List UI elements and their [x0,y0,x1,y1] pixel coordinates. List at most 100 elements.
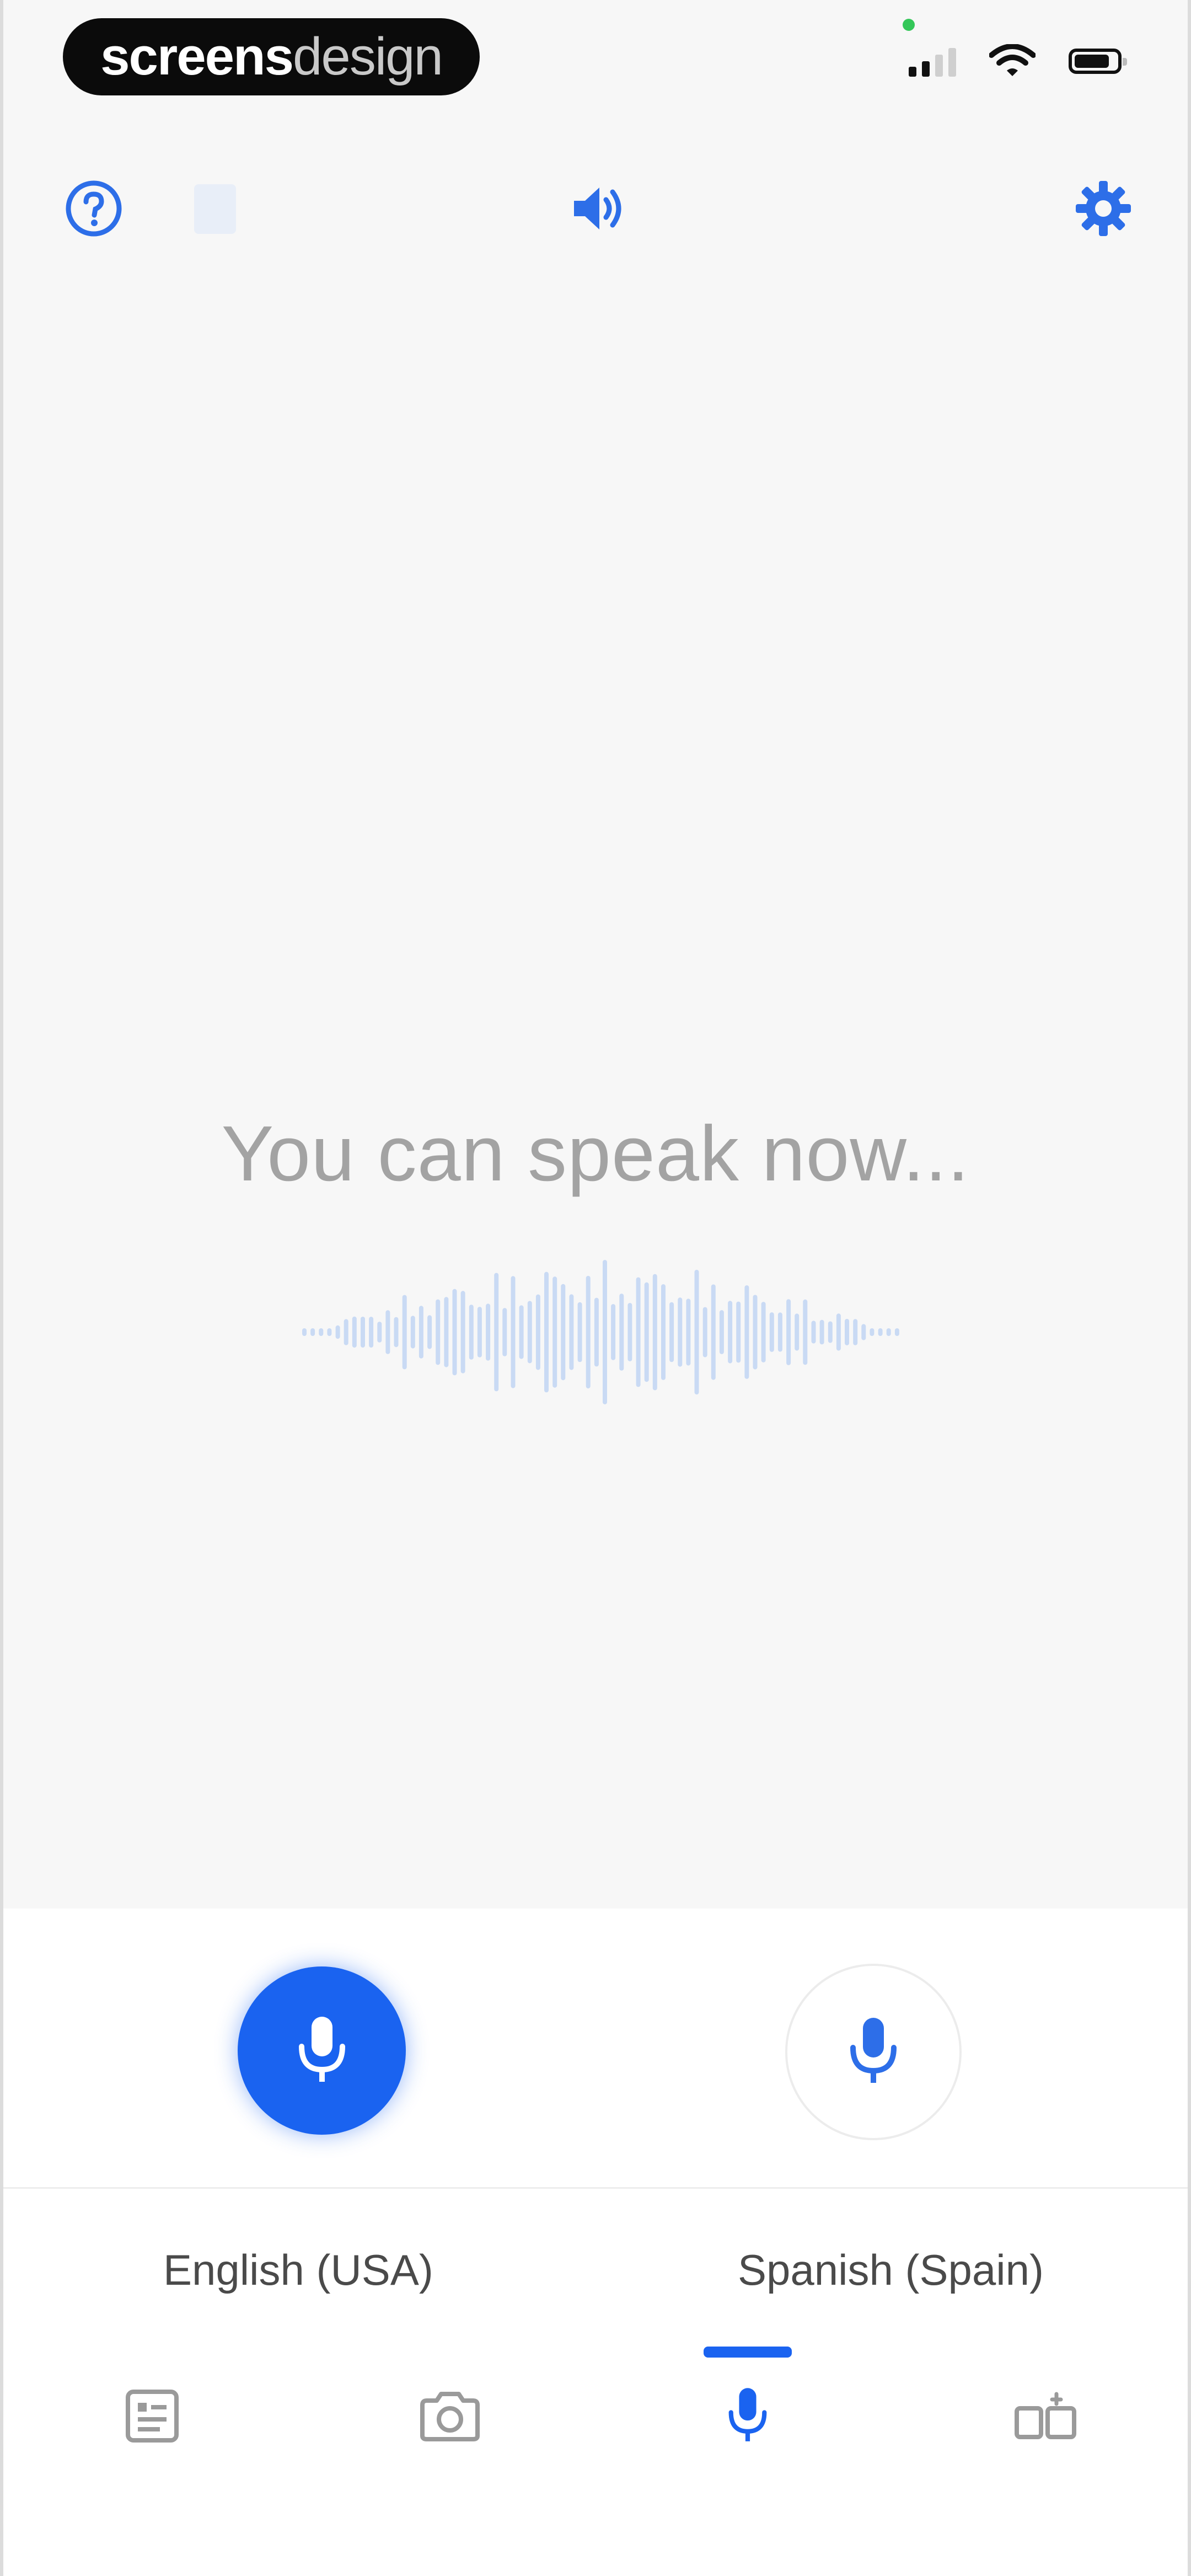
wave-bar [410,1316,415,1349]
help-button[interactable] [61,175,127,242]
tab-text[interactable] [114,2377,191,2455]
microphone-icon [728,2388,767,2441]
wave-bar [452,1289,457,1376]
wave-bar [369,1317,374,1348]
tab-voice[interactable] [709,2377,786,2455]
wave-bar [744,1285,749,1379]
wave-bar [819,1319,824,1345]
wave-bar [795,1313,800,1351]
tab-conversation[interactable] [1007,2377,1084,2455]
wave-bar [861,1324,866,1340]
target-language-selector[interactable]: Spanish (Spain) [738,2245,1044,2295]
camera-icon [420,2392,480,2441]
wave-bar [444,1297,449,1367]
wave-bar [577,1302,582,1362]
active-tab-indicator [704,2347,792,2358]
wave-bar [886,1328,891,1336]
wave-bar [402,1295,407,1370]
wave-bar [352,1316,357,1348]
wave-bar [535,1294,540,1370]
wave-bar [327,1328,332,1336]
wave-bar [644,1282,649,1382]
wave-bar [711,1284,716,1380]
brand-logo: screens design [63,18,480,95]
wave-bar [586,1276,591,1389]
wave-bar [344,1319,348,1345]
speaker-icon [574,188,621,229]
wave-bar [486,1303,491,1361]
status-icons [909,44,1127,78]
target-mic-button[interactable] [785,1964,962,2140]
wave-bar [436,1299,441,1365]
help-circle-icon [66,180,122,237]
wave-bar [894,1328,899,1336]
wave-bar [619,1294,624,1371]
wave-bar [878,1328,883,1336]
wave-bar [302,1328,307,1336]
sound-wave-icon [302,1260,899,1404]
wave-bar [636,1277,641,1387]
source-language-selector[interactable]: English (USA) [163,2245,433,2295]
wave-bar [686,1298,691,1366]
wave-bar [544,1271,549,1393]
wave-bar [469,1305,474,1360]
wave-bar [678,1297,683,1367]
wave-bar [527,1301,532,1364]
wave-bar [803,1299,808,1365]
wave-bar [419,1306,423,1359]
wave-bar [361,1317,365,1348]
wave-bar [728,1301,733,1364]
wave-bar [460,1291,465,1373]
wave-bar [394,1317,399,1348]
gear-icon [1076,181,1131,236]
wave-bar [569,1294,574,1370]
wave-bar [836,1313,841,1351]
wave-bar [736,1301,741,1363]
app-screen: screens design You can speak now... Engl… [0,0,1191,2576]
wave-bar [753,1295,758,1370]
wave-bar [811,1321,816,1344]
wave-bar [769,1312,774,1352]
privacy-indicator [903,19,915,31]
wave-bar [310,1328,315,1336]
settings-button[interactable] [1070,175,1136,242]
wifi-icon [989,44,1036,76]
wave-bar [652,1274,657,1391]
wave-bar [494,1273,499,1392]
wave-bar [661,1284,666,1380]
wave-bar [511,1276,516,1388]
conversation-icon [1015,2392,1076,2439]
wave-bar [561,1284,566,1381]
wave-bar [702,1307,707,1358]
wave-bar [719,1310,724,1354]
wave-bar [319,1328,324,1336]
speaker-button[interactable] [566,175,632,242]
wave-bar [603,1260,607,1404]
wave-bar [552,1276,557,1388]
wave-bar [377,1322,382,1343]
wave-bar [502,1308,507,1356]
microphone-icon [850,2018,897,2083]
source-mic-button[interactable] [238,1966,406,2135]
wave-bar [519,1305,524,1359]
microphone-icon [298,2016,345,2082]
brand-logo-secondary: design [293,27,443,86]
tab-camera[interactable] [411,2377,489,2455]
wave-bar [477,1307,482,1358]
wave-bar [594,1297,599,1367]
wave-bar [669,1302,674,1362]
placeholder-icon [194,184,236,234]
wave-bar [853,1319,858,1345]
wave-bar [870,1328,875,1336]
speak-prompt: You can speak now... [221,1110,970,1198]
wave-bar [627,1303,632,1361]
brand-logo-primary: screens [100,27,294,86]
wave-bar [694,1270,699,1394]
wave-bar [845,1319,849,1345]
wave-bar [335,1325,340,1339]
text-document-icon [126,2390,179,2443]
wave-bar [427,1315,432,1349]
wave-bar [611,1304,616,1360]
wave-bar [786,1299,791,1365]
cellular-signal-icon [909,46,956,77]
